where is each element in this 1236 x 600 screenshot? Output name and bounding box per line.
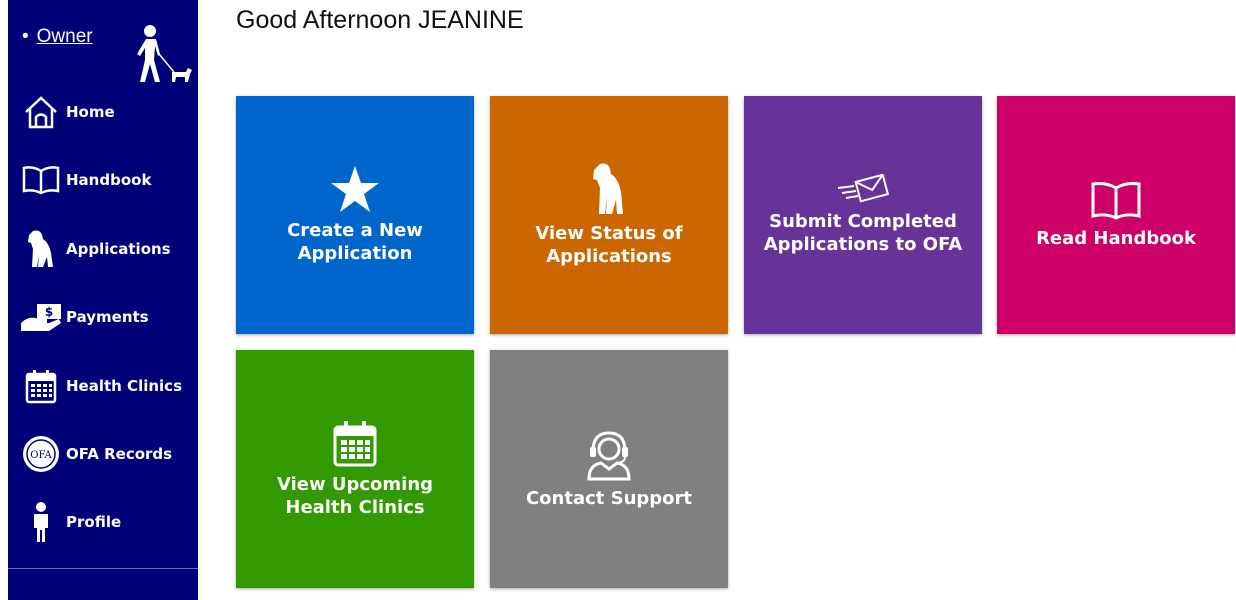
sidebar-item-label: Home: [66, 103, 115, 121]
owner-row: • Owner: [22, 26, 93, 48]
book-icon: [1090, 181, 1142, 221]
book-icon: [18, 160, 64, 200]
calendar-icon: [332, 419, 378, 467]
view-clinics-tile[interactable]: View Upcoming Health Clinics: [236, 350, 474, 588]
tile-label: View Status of Applications: [535, 223, 683, 267]
sidebar-item-health-clinics[interactable]: Health Clinics: [8, 366, 198, 406]
contact-support-tile[interactable]: Contact Support: [490, 350, 728, 588]
tile-label: View Upcoming Health Clinics: [276, 474, 434, 518]
dog-icon: [592, 162, 626, 216]
tile-label: Submit Completed Applications to OFA: [763, 211, 963, 255]
owner-link[interactable]: Owner: [37, 26, 93, 47]
sidebar-item-label: Handbook: [66, 171, 152, 189]
tile-label: Create a New Application: [287, 220, 423, 264]
sidebar-item-payments[interactable]: $ Payments: [8, 297, 198, 337]
sidebar-item-label: Applications: [66, 240, 171, 258]
sidebar: • Owner Home Handbook Applications $ Paym…: [8, 0, 198, 600]
svg-text:$: $: [45, 305, 53, 319]
sidebar-item-ofa-records[interactable]: OFA OFA Records: [8, 434, 198, 474]
sidebar-item-applications[interactable]: Applications: [8, 229, 198, 269]
sidebar-item-handbook[interactable]: Handbook: [8, 160, 198, 200]
view-status-tile[interactable]: View Status of Applications: [490, 96, 728, 334]
create-application-tile[interactable]: Create a New Application: [236, 96, 474, 334]
home-icon: [18, 92, 64, 132]
sidebar-item-label: Payments: [66, 308, 149, 326]
dog-walker-icon: [128, 24, 192, 91]
person-icon: [18, 502, 64, 542]
sidebar-item-label: OFA Records: [66, 445, 173, 463]
sidebar-item-label: Health Clinics: [66, 377, 182, 395]
submit-applications-tile[interactable]: Submit Completed Applications to OFA: [744, 96, 982, 334]
sidebar-item-home[interactable]: Home: [8, 92, 198, 132]
payment-icon: $: [18, 297, 64, 337]
sidebar-divider: [8, 568, 198, 569]
headset-icon: [585, 429, 633, 481]
svg-text:OFA: OFA: [30, 450, 52, 461]
tile-label: Contact Support: [525, 487, 693, 509]
tile-label: Read Handbook: [1036, 227, 1196, 249]
bullet: •: [22, 26, 29, 47]
sidebar-item-profile[interactable]: Profile: [8, 502, 198, 542]
page-title: Good Afternoon JEANINE: [236, 6, 524, 34]
dog-icon: [18, 229, 64, 269]
calendar-icon: [18, 366, 64, 406]
sidebar-item-label: Profile: [66, 513, 122, 531]
read-handbook-tile[interactable]: Read Handbook: [997, 96, 1235, 334]
star-icon: [330, 165, 380, 213]
envelope-icon: [836, 174, 890, 204]
ofa-seal-icon: OFA: [18, 434, 64, 474]
